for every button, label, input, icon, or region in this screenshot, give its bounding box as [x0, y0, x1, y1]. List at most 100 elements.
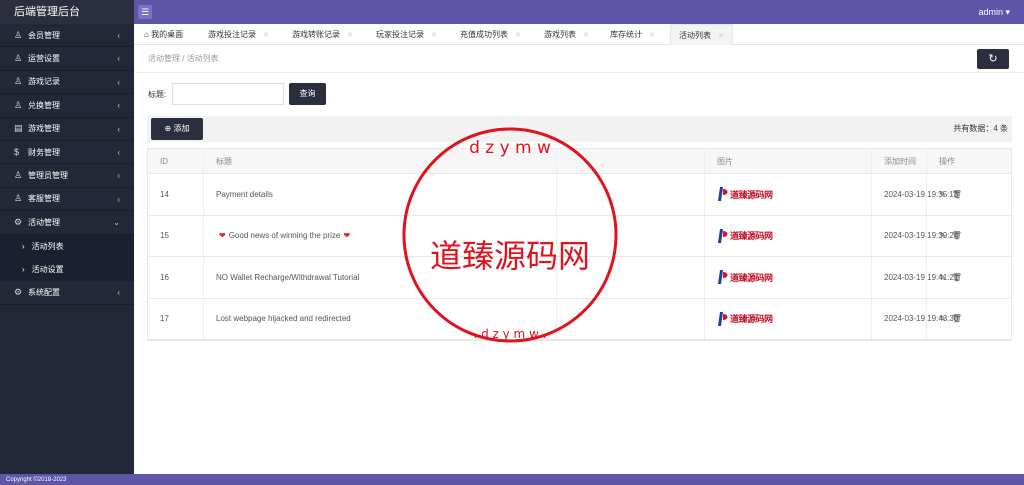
- sidebar-item-support[interactable]: ♙ 客服管理 ‹: [0, 188, 134, 212]
- footer: Copyright ©2018-2023: [0, 474, 1024, 485]
- close-icon[interactable]: ✕: [718, 33, 724, 40]
- chevron-left-icon: ‹: [117, 124, 120, 134]
- table-row: 14 Payment details 道臻源码网 2024-03-19 19:3…: [148, 174, 1011, 216]
- tab-bet-records[interactable]: 游戏投注记录 ✕: [208, 24, 269, 45]
- chevron-left-icon: ‹: [117, 288, 120, 298]
- chevron-left-icon: ‹: [117, 147, 120, 157]
- plus-circle-icon: ⊕: [164, 124, 172, 133]
- activity-image: 道臻源码网: [717, 269, 773, 285]
- title-search-input[interactable]: [172, 83, 284, 105]
- sidebar-item-system[interactable]: ⚙ 系统配置 ‹: [0, 281, 134, 305]
- cell-actions: ✎ 🗑: [926, 174, 1013, 215]
- top-bar: 后端管理后台 ☰ admin ▾: [0, 0, 1024, 24]
- table-row: 17 Lost webpage hijacked and redirected …: [148, 298, 1011, 340]
- close-icon[interactable]: ✕: [583, 32, 589, 39]
- table-header: ID 标题 图片 添加时间 操作: [148, 149, 1011, 174]
- tab-transfer-records[interactable]: 游戏转账记录 ✕: [292, 24, 353, 45]
- close-icon[interactable]: ✕: [263, 32, 269, 39]
- users-icon: ♙: [14, 170, 23, 181]
- header-image: 图片: [704, 149, 871, 173]
- cell-image: 道臻源码网: [704, 257, 871, 298]
- sidebar-item-activity[interactable]: ⚙ 活动管理 ⌄: [0, 211, 134, 235]
- header-actions: 操作: [926, 149, 1013, 173]
- gear-icon: ⚙: [14, 216, 23, 227]
- sidebar: ♙ 会员管理 ‹ ♙ 运营设置 ‹ ♙ 游戏记录 ‹ ♙ 兑换管理 ‹ ▤ 游戏管理 ‹ $ 财务管理…: [0, 24, 134, 474]
- logo-icon: [718, 228, 728, 243]
- close-icon[interactable]: ✕: [515, 32, 521, 39]
- cell-id: 14: [160, 189, 169, 199]
- close-icon[interactable]: ✕: [347, 32, 353, 39]
- table-toolbar: ⊕ 添加 共有数据：4 条: [147, 116, 1012, 142]
- gear-icon: ⚙: [14, 287, 23, 297]
- activity-image: 道臻源码网: [717, 228, 773, 244]
- sidebar-item-exchange[interactable]: ♙ 兑换管理 ‹: [0, 94, 134, 118]
- search-button[interactable]: 查询: [289, 83, 326, 105]
- activity-table: ID 标题 图片 添加时间 操作 14 Payment details 道臻源码…: [147, 148, 1012, 341]
- tab-inventory[interactable]: 库存统计 ✕: [610, 24, 655, 45]
- trash-icon[interactable]: 🗑: [952, 190, 962, 199]
- sidebar-subitem-activity-list[interactable]: › 活动列表: [0, 234, 134, 258]
- cell-title: Lost webpage hijacked and redirected: [203, 298, 556, 339]
- edit-icon[interactable]: ✎: [939, 273, 946, 282]
- heart-icon: ❤: [219, 231, 226, 241]
- logo-icon: [718, 187, 728, 202]
- sidebar-item-game-records[interactable]: ♙ 游戏记录 ‹: [0, 71, 134, 95]
- chevron-left-icon: ‹: [117, 194, 120, 204]
- activity-image: 道臻源码网: [717, 311, 773, 327]
- tab-player-bets[interactable]: 玩家投注记录 ✕: [376, 24, 437, 45]
- cell-actions: ✎ 🗑: [926, 215, 1013, 256]
- admin-menu[interactable]: admin ▾: [978, 0, 1010, 24]
- trash-icon[interactable]: 🗑: [952, 273, 962, 282]
- trash-icon[interactable]: 🗑: [952, 314, 962, 323]
- trash-icon[interactable]: 🗑: [952, 231, 962, 240]
- total-count: 共有数据：4 条: [953, 124, 1008, 133]
- cell-actions: ✎ 🗑: [926, 257, 1013, 298]
- cell-image: 道臻源码网: [704, 174, 871, 215]
- header-title: 标题: [203, 149, 556, 173]
- logo-icon: [718, 311, 728, 326]
- user-icon: ♙: [14, 193, 23, 204]
- add-button[interactable]: ⊕ 添加: [151, 118, 203, 140]
- tab-desktop[interactable]: ⌂ 我的桌面: [144, 24, 183, 45]
- heart-icon: ❤: [343, 231, 351, 241]
- close-icon[interactable]: ✕: [649, 32, 655, 39]
- sidebar-subitem-activity-settings[interactable]: › 活动设置: [0, 257, 134, 282]
- home-icon: ⌂: [144, 30, 149, 39]
- sidebar-item-finance[interactable]: $ 财务管理 ‹: [0, 141, 134, 165]
- cell-id: 17: [160, 314, 169, 324]
- edit-icon[interactable]: ✎: [939, 231, 946, 240]
- table-row: 16 NO Wallet Recharge/Withdrawal Tutoria…: [148, 257, 1011, 299]
- brand-title: 后端管理后台: [0, 0, 134, 24]
- breadcrumb: 活动管理 / 活动列表: [148, 54, 219, 63]
- menu-toggle-icon[interactable]: ☰: [138, 5, 152, 19]
- chevron-left-icon: ‹: [117, 101, 120, 111]
- cell-image: 道臻源码网: [704, 298, 871, 339]
- cell-title: NO Wallet Recharge/Withdrawal Tutorial: [203, 257, 556, 298]
- dollar-icon: $: [14, 146, 20, 157]
- user-icon: ♙: [14, 76, 23, 87]
- chevron-down-icon: ⌄: [113, 218, 120, 228]
- sidebar-item-admins[interactable]: ♙ 管理员管理 ‹: [0, 164, 134, 188]
- logo-icon: [718, 270, 728, 285]
- cell-id: 16: [160, 272, 169, 282]
- tab-activity-list[interactable]: 活动列表 ✕: [670, 24, 733, 45]
- sidebar-item-games[interactable]: ▤ 游戏管理 ‹: [0, 118, 134, 141]
- chevron-left-icon: ‹: [117, 31, 120, 40]
- edit-icon[interactable]: ✎: [939, 314, 946, 323]
- tab-recharge-success[interactable]: 充值成功列表 ✕: [460, 24, 521, 45]
- sidebar-item-member[interactable]: ♙ 会员管理 ‹: [0, 24, 134, 48]
- tab-game-list[interactable]: 游戏列表 ✕: [544, 24, 589, 45]
- divider: [136, 72, 1024, 73]
- sidebar-item-ops[interactable]: ♙ 运营设置 ‹: [0, 47, 134, 71]
- cell-image: 道臻源码网: [704, 215, 871, 256]
- edit-icon[interactable]: ✎: [939, 190, 946, 199]
- refresh-button[interactable]: ↻: [977, 49, 1009, 69]
- activity-image: 道臻源码网: [717, 186, 773, 202]
- chevron-left-icon: ‹: [117, 77, 120, 87]
- close-icon[interactable]: ✕: [431, 32, 437, 39]
- search-label: 标题:: [148, 90, 167, 99]
- refresh-icon: ↻: [988, 53, 998, 65]
- cell-title: ❤ Good news of winning the prize ❤: [203, 215, 556, 256]
- cell-title: Payment details: [203, 174, 556, 215]
- chevron-left-icon: ‹: [117, 171, 120, 181]
